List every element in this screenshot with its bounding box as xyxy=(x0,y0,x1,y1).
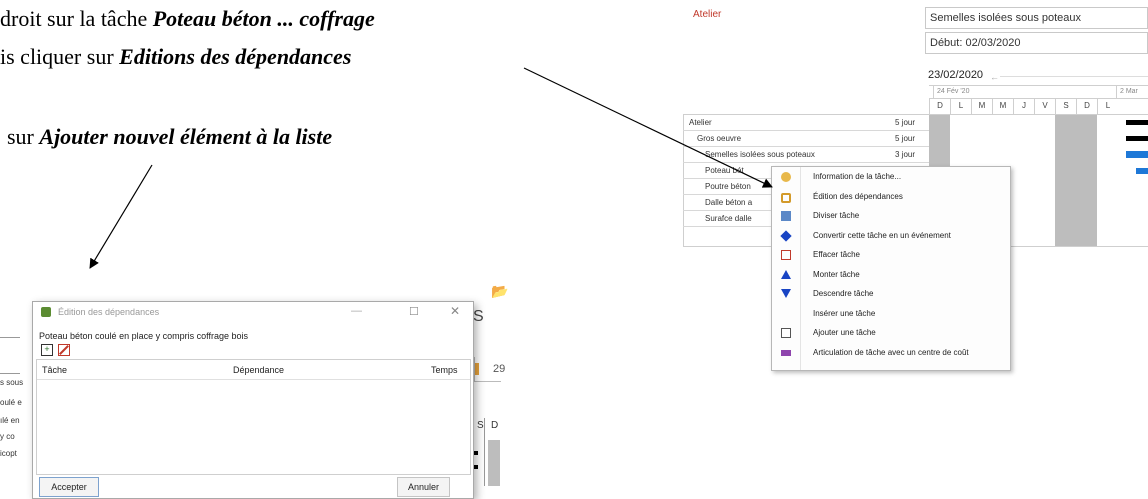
annotation-arrows xyxy=(89,67,773,269)
arrow-to-edit-dependencies xyxy=(523,67,773,188)
arrow-to-add-item xyxy=(89,164,153,269)
